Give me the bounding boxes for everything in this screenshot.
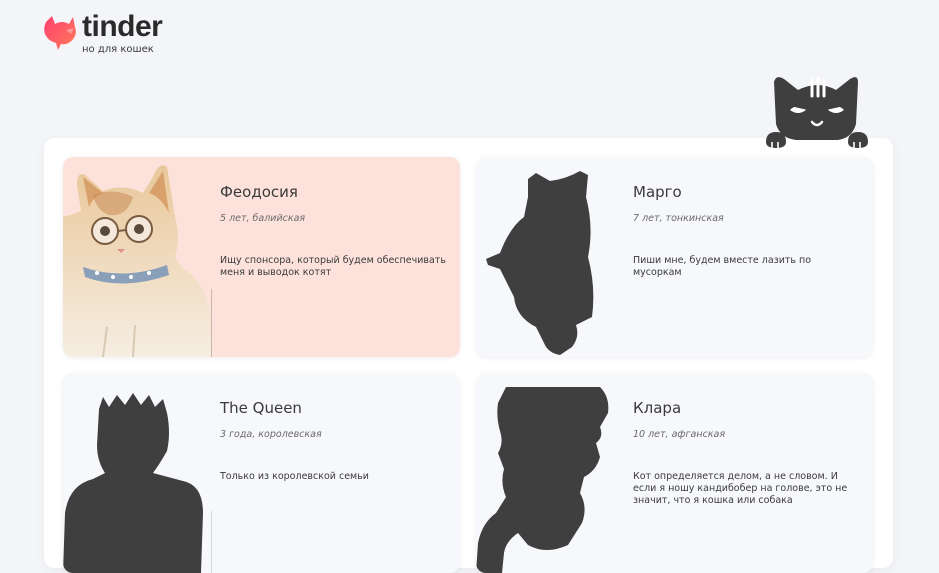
profile-name: Марго [633, 183, 682, 201]
cat-with-glasses-photo [63, 165, 211, 357]
profile-description: Только из королевской семьи [220, 471, 369, 482]
profile-card-the-queen[interactable]: The Queen 3 года, королевская Только из … [63, 373, 460, 573]
profile-card-klara[interactable]: Клара 10 лет, афганская Кот определяется… [476, 373, 873, 573]
profile-card-margo[interactable]: Марго 7 лет, тонкинская Пиши мне, будем … [476, 157, 873, 357]
logo-subtitle: но для кошек [82, 44, 154, 55]
profile-meta: 10 лет, афганская [633, 429, 726, 440]
peeking-cat-icon [766, 76, 868, 148]
profile-description: Кот определяется делом, а не словом. И е… [633, 471, 848, 506]
flame-cat-icon [44, 16, 76, 50]
hat-cat-silhouette-icon [476, 387, 609, 573]
profile-description: Ищу спонсора, который будем обеспечивать… [220, 255, 446, 278]
profile-meta: 5 лет, балийская [220, 213, 306, 224]
photo-divider [211, 511, 212, 573]
profile-name: Феодосия [220, 183, 298, 201]
logo-title: tinder [82, 10, 163, 43]
profile-description: Пиши мне, будем вместе лазить по мусорка… [633, 255, 812, 278]
profile-card-feodosia[interactable]: Феодосия 5 лет, балийская Ищу спонсора, … [63, 157, 460, 357]
profile-name: Клара [633, 399, 682, 417]
photo-divider [211, 289, 212, 357]
crowned-cat-silhouette-icon [63, 393, 203, 573]
cat-silhouette-icon [486, 171, 594, 355]
logo[interactable]: tinder но для кошек [42, 10, 182, 58]
profile-meta: 3 года, королевская [220, 429, 322, 440]
profile-name: The Queen [220, 399, 302, 417]
profile-meta: 7 лет, тонкинская [633, 213, 724, 224]
